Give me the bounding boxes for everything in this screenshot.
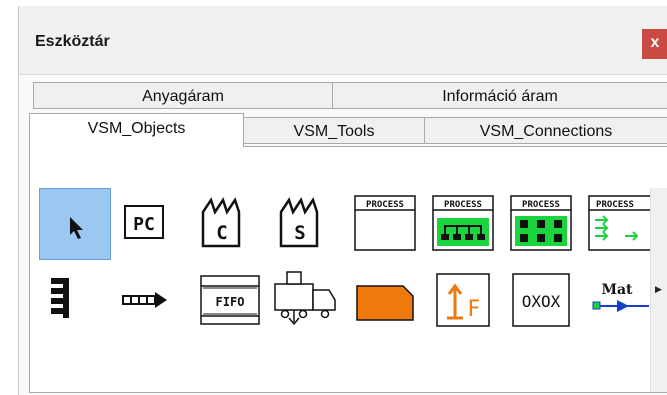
load-leveling-icon: OXOX	[512, 273, 570, 327]
process-tool[interactable]: PROCESS	[351, 188, 423, 260]
kanban-post-icon	[356, 285, 414, 321]
go-see-letter: F	[468, 297, 481, 322]
fifo-text: FIFO	[216, 295, 245, 309]
process-flow-icon: PROCESS	[588, 195, 654, 251]
tab-vsm-connections[interactable]: VSM_Connections	[424, 117, 667, 144]
process-flow-label: PROCESS	[596, 200, 634, 210]
process-label: PROCESS	[366, 200, 404, 210]
tab-informacio-aram[interactable]: Információ áram	[332, 82, 667, 109]
push-tool[interactable]	[117, 264, 189, 336]
pc-text: PC	[133, 214, 155, 235]
truck-shipment-icon	[274, 271, 336, 326]
supplier-factory-icon: S	[279, 197, 319, 248]
load-leveling-text: OXOX	[522, 292, 561, 311]
material-flow-icon: Mat	[592, 282, 649, 312]
process-shared-tool[interactable]: PROCESS	[429, 188, 501, 260]
close-button[interactable]: x	[642, 29, 667, 59]
process-box-icon: PROCESS	[354, 195, 416, 251]
process-flow-tool[interactable]: PROCESS	[585, 188, 657, 260]
customer-factory-icon: C	[201, 197, 241, 248]
inventory-buffer-icon	[51, 278, 69, 318]
title-bar[interactable]: Eszköztár x	[19, 6, 667, 75]
load-leveling-tool[interactable]: OXOX	[507, 264, 579, 336]
kanban-post-tool[interactable]	[351, 264, 423, 336]
process-cell-label: PROCESS	[522, 200, 560, 210]
supplier-tool[interactable]: S	[273, 188, 345, 260]
vertical-scrollbar[interactable]: ▶	[650, 188, 667, 392]
tab-anyagaram[interactable]: Anyagáram	[33, 82, 333, 109]
tab-vsm-objects[interactable]: VSM_Objects	[29, 113, 244, 147]
production-control-tool[interactable]: PC	[117, 188, 189, 260]
fifo-tool[interactable]: FIFO	[195, 264, 267, 336]
tab-vsm-tools[interactable]: VSM_Tools	[243, 117, 425, 144]
customer-letter: C	[216, 222, 227, 244]
fifo-lane-icon: FIFO	[200, 275, 260, 325]
pointer-tool[interactable]	[39, 188, 111, 260]
scroll-right-arrow-icon[interactable]: ▶	[655, 284, 662, 295]
material-flow-label: Mat	[601, 282, 633, 298]
material-flow-tool[interactable]: Mat	[585, 264, 657, 336]
toolbox-window: Eszköztár x Anyagáram Információ áram VS…	[18, 6, 667, 395]
supplier-letter: S	[294, 222, 305, 244]
window-title: Eszköztár	[35, 33, 110, 50]
push-arrow-icon	[122, 292, 167, 308]
go-see-tool[interactable]: F	[429, 264, 501, 336]
process-cell-icon: PROCESS	[510, 195, 572, 251]
inventory-tool[interactable]	[39, 264, 111, 336]
customer-tool[interactable]: C	[195, 188, 267, 260]
process-cell-tool[interactable]: PROCESS	[507, 188, 579, 260]
go-see-icon: F	[436, 273, 490, 327]
production-control-icon: PC	[124, 205, 164, 239]
process-shared-icon: PROCESS	[432, 195, 494, 251]
pointer-arrow-icon	[70, 217, 83, 239]
process-shared-label: PROCESS	[444, 200, 482, 210]
truck-tool[interactable]	[273, 264, 345, 336]
